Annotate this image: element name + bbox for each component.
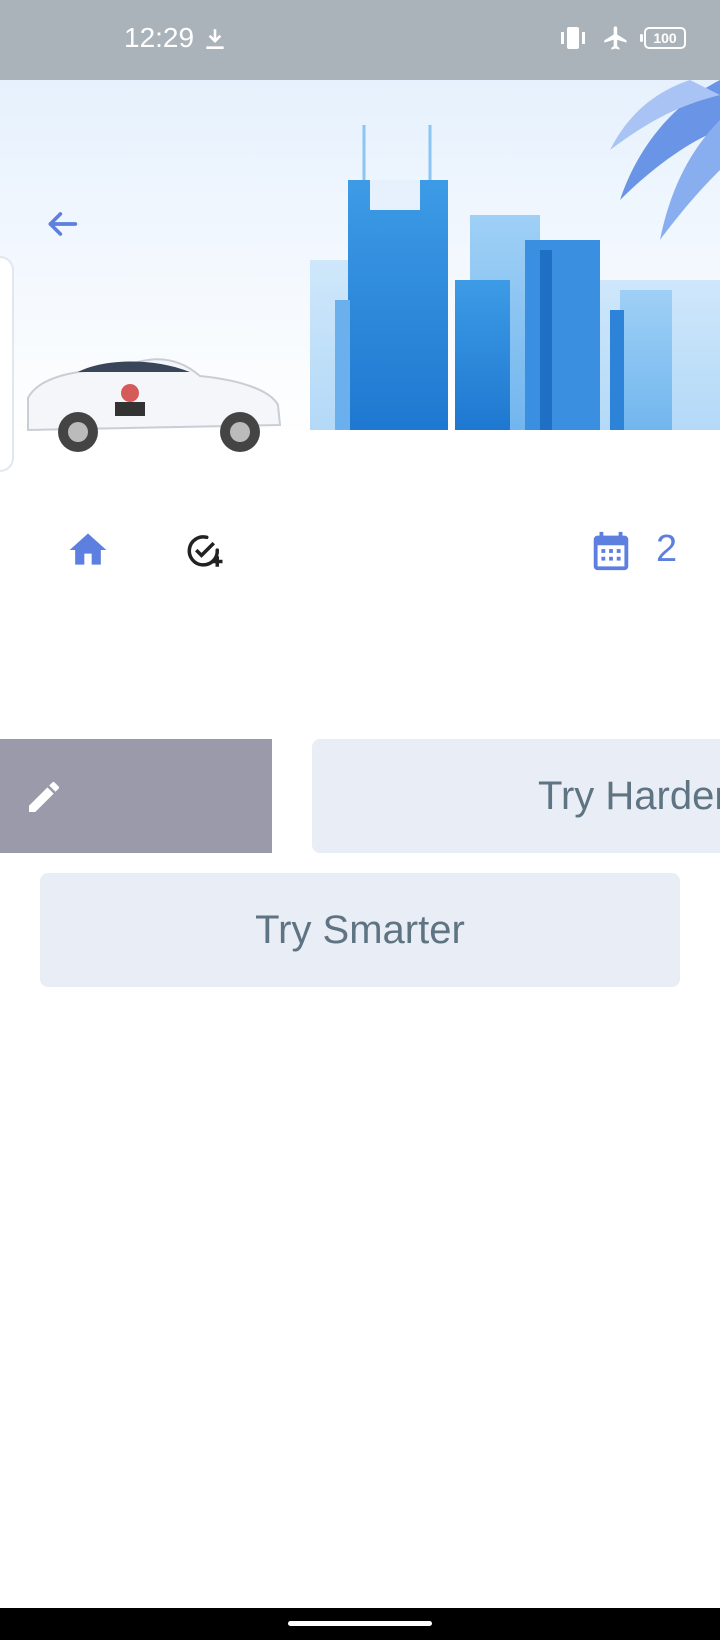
airplane-mode-icon: [604, 26, 627, 50]
try-smarter-button[interactable]: Try Smarter: [40, 873, 680, 987]
status-bar: 12:29 100: [0, 0, 720, 80]
side-drawer-handle[interactable]: [0, 256, 14, 472]
calendar-count: 2: [656, 528, 678, 570]
status-icons: 100: [558, 24, 686, 52]
home-gesture-handle[interactable]: [288, 1621, 432, 1626]
vibrate-icon: [561, 27, 585, 49]
arrow-left-icon[interactable]: [42, 204, 82, 244]
try-harder-button[interactable]: Try Harder: [312, 739, 720, 853]
edit-button[interactable]: [0, 739, 272, 853]
download-icon: [206, 29, 224, 49]
status-time: 12:29: [124, 22, 195, 53]
home-icon[interactable]: [66, 528, 110, 572]
pencil-icon: [29, 781, 60, 812]
try-smarter-label: Try Smarter: [255, 907, 465, 952]
system-nav-bar: [0, 1608, 720, 1640]
battery-icon: 100: [640, 27, 686, 49]
try-harder-label: Try Harder: [538, 773, 720, 818]
check-circle-plus-icon[interactable]: [184, 530, 226, 572]
city-skyline-illustration: [0, 80, 720, 460]
calendar-icon[interactable]: [588, 528, 634, 574]
hero-banner: [0, 80, 720, 460]
